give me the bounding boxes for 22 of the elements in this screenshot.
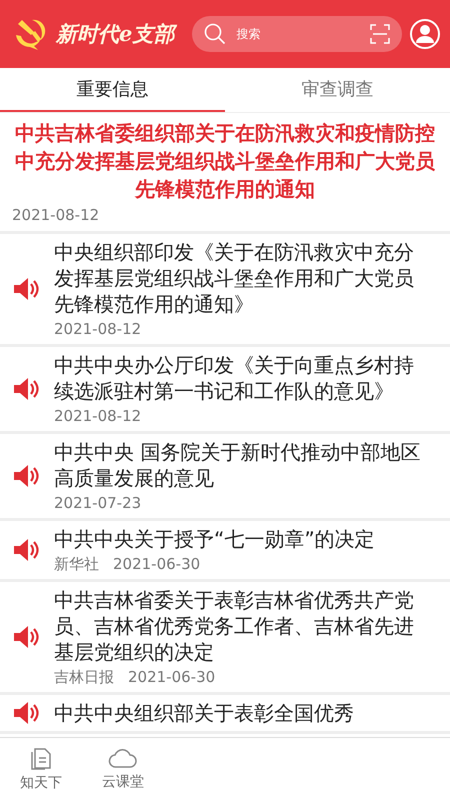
news-date: 2021-06-30 xyxy=(113,554,200,574)
news-title[interactable]: 中央组织部印发《关于在防汛救灾中充分发挥基层党组织战斗堡垒作用和广大党员先锋模范作用的通知》 xyxy=(54,239,426,317)
news-title[interactable]: 中共中央 国务院关于新时代推动中部地区高质量发展的意见 xyxy=(54,439,426,491)
news-date: 2021-07-23 xyxy=(54,493,142,513)
tab[interactable]: 审查调查 xyxy=(225,68,450,112)
headline-title[interactable]: 中共吉林省委组织部关于在防汛救灾和疫情防控中充分发挥基层党组织战斗堡垒作用和广大党员先锋模范作用的通知 xyxy=(12,119,438,203)
news-date: 2021-08-12 xyxy=(12,205,100,225)
news-date: 2021-08-12 xyxy=(54,406,142,426)
search-field[interactable]: 搜索 xyxy=(234,26,362,42)
search-bar[interactable]: 搜索 xyxy=(192,16,402,52)
tab[interactable]: 重要信息 xyxy=(0,68,225,112)
news-source: 新华社 xyxy=(54,554,99,574)
news-title[interactable]: 中共中央关于授予“七一勋章”的决定 xyxy=(54,526,375,552)
app-title: 新时代e支部 xyxy=(56,20,174,48)
nav-item[interactable]: 知天下 xyxy=(0,738,82,800)
news-title[interactable]: 中共吉林省委关于表彰吉林省优秀共产党员、吉林省优秀党务工作者、吉林省先进基层党组织的决定 xyxy=(54,587,426,665)
news-source: 吉林日报 xyxy=(54,667,114,687)
nav-item[interactable]: 云课堂 xyxy=(82,738,164,800)
news-title[interactable]: 中共中央办公厅印发《关于向重点乡村持续选派驻村第一书记和工作队的意见》 xyxy=(54,352,426,404)
news-title[interactable]: 中共中央组织部关于表彰全国优秀 xyxy=(54,700,354,726)
news-date: 2021-08-12 xyxy=(54,319,142,339)
news-date: 2021-06-30 xyxy=(128,667,216,687)
